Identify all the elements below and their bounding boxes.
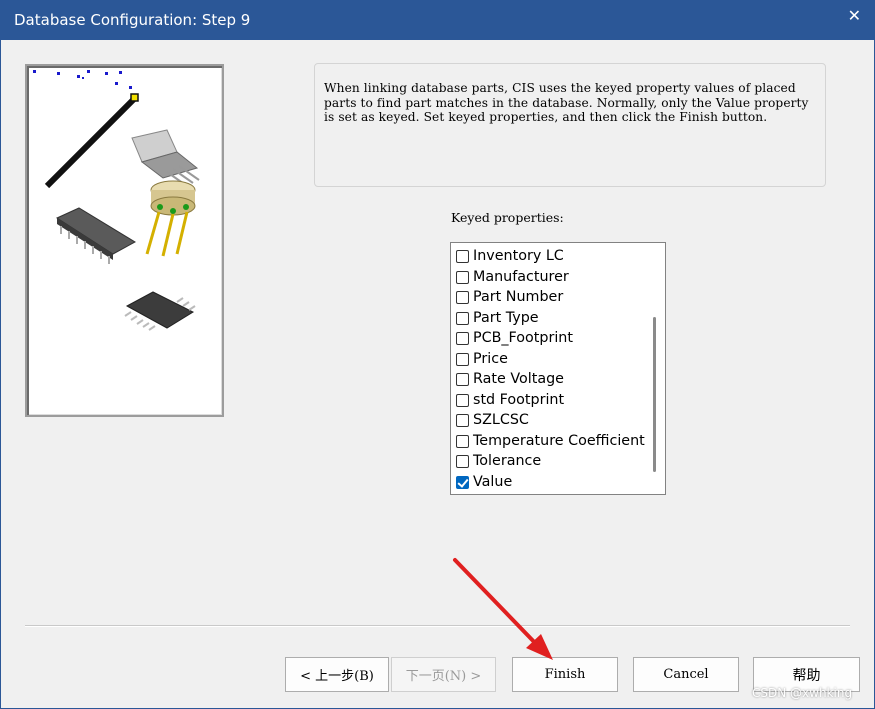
vertical-scrollbar[interactable] [647, 243, 665, 494]
checkbox[interactable] [456, 249, 469, 263]
list-item-label: Rate Voltage [473, 371, 564, 387]
list-item-label: Inventory LC [473, 248, 564, 264]
next-button[interactable]: 下一页(N) > [391, 657, 496, 692]
list-item-label: std Footprint [473, 392, 565, 408]
checkbox[interactable] [456, 454, 469, 468]
checkbox[interactable] [456, 413, 469, 427]
list-item[interactable]: Tolerance [456, 451, 541, 471]
checkbox[interactable] [456, 270, 469, 284]
checkbox[interactable] [456, 393, 469, 407]
separator [25, 625, 850, 627]
finish-button[interactable]: Finish [512, 657, 618, 692]
list-item[interactable]: std Footprint [456, 390, 564, 410]
description-text: When linking database parts, CIS uses th… [324, 81, 809, 125]
list-item[interactable]: Temperature Coefficient [456, 431, 645, 451]
list-item-label: Price [473, 351, 508, 367]
list-item[interactable]: Price [456, 349, 508, 369]
cancel-button[interactable]: Cancel [633, 657, 739, 692]
window-title: Database Configuration: Step 9 [14, 11, 251, 29]
list-item[interactable]: Part Type [456, 308, 539, 328]
list-item[interactable]: Part Number [456, 287, 563, 307]
list-item-label: PCB_Footprint [473, 330, 573, 346]
checkbox[interactable] [456, 372, 469, 386]
checkbox[interactable] [456, 434, 469, 448]
close-icon[interactable]: ✕ [848, 6, 861, 25]
list-item-label: Part Type [473, 310, 539, 326]
checkbox[interactable] [456, 352, 469, 366]
list-item[interactable]: Manufacturer [456, 267, 569, 287]
list-item[interactable]: Rate Voltage [456, 369, 564, 389]
keyed-properties-list[interactable]: Inventory LC Manufacturer Part Number Pa… [450, 242, 666, 495]
list-item-label: Part Number [473, 289, 564, 305]
list-item-label: Temperature Coefficient [473, 433, 645, 449]
checkbox[interactable] [456, 331, 469, 345]
checkbox[interactable] [456, 311, 469, 325]
scrollbar-thumb[interactable] [653, 317, 656, 472]
checkbox[interactable] [456, 290, 469, 304]
checkbox-checked[interactable] [456, 475, 469, 489]
list-item[interactable]: SZLCSC [456, 410, 529, 430]
list-item-label: Value [473, 474, 513, 490]
watermark: CSDN @xwhking [752, 686, 853, 700]
list-item-label: SZLCSC [473, 412, 529, 428]
list-item-label: Tolerance [473, 453, 542, 469]
description-panel: When linking database parts, CIS uses th… [314, 63, 826, 187]
list-item[interactable]: Inventory LC [456, 246, 564, 266]
back-button[interactable]: < 上一步(B) [285, 657, 389, 692]
list-item[interactable]: Value [456, 472, 512, 492]
keyed-properties-label: Keyed properties: [451, 210, 564, 225]
wizard-illustration [25, 64, 224, 417]
electronic-parts-icon [33, 70, 200, 331]
title-bar: Database Configuration: Step 9 ✕ [0, 0, 875, 40]
list-item[interactable]: PCB_Footprint [456, 328, 573, 348]
list-item-label: Manufacturer [473, 269, 569, 285]
